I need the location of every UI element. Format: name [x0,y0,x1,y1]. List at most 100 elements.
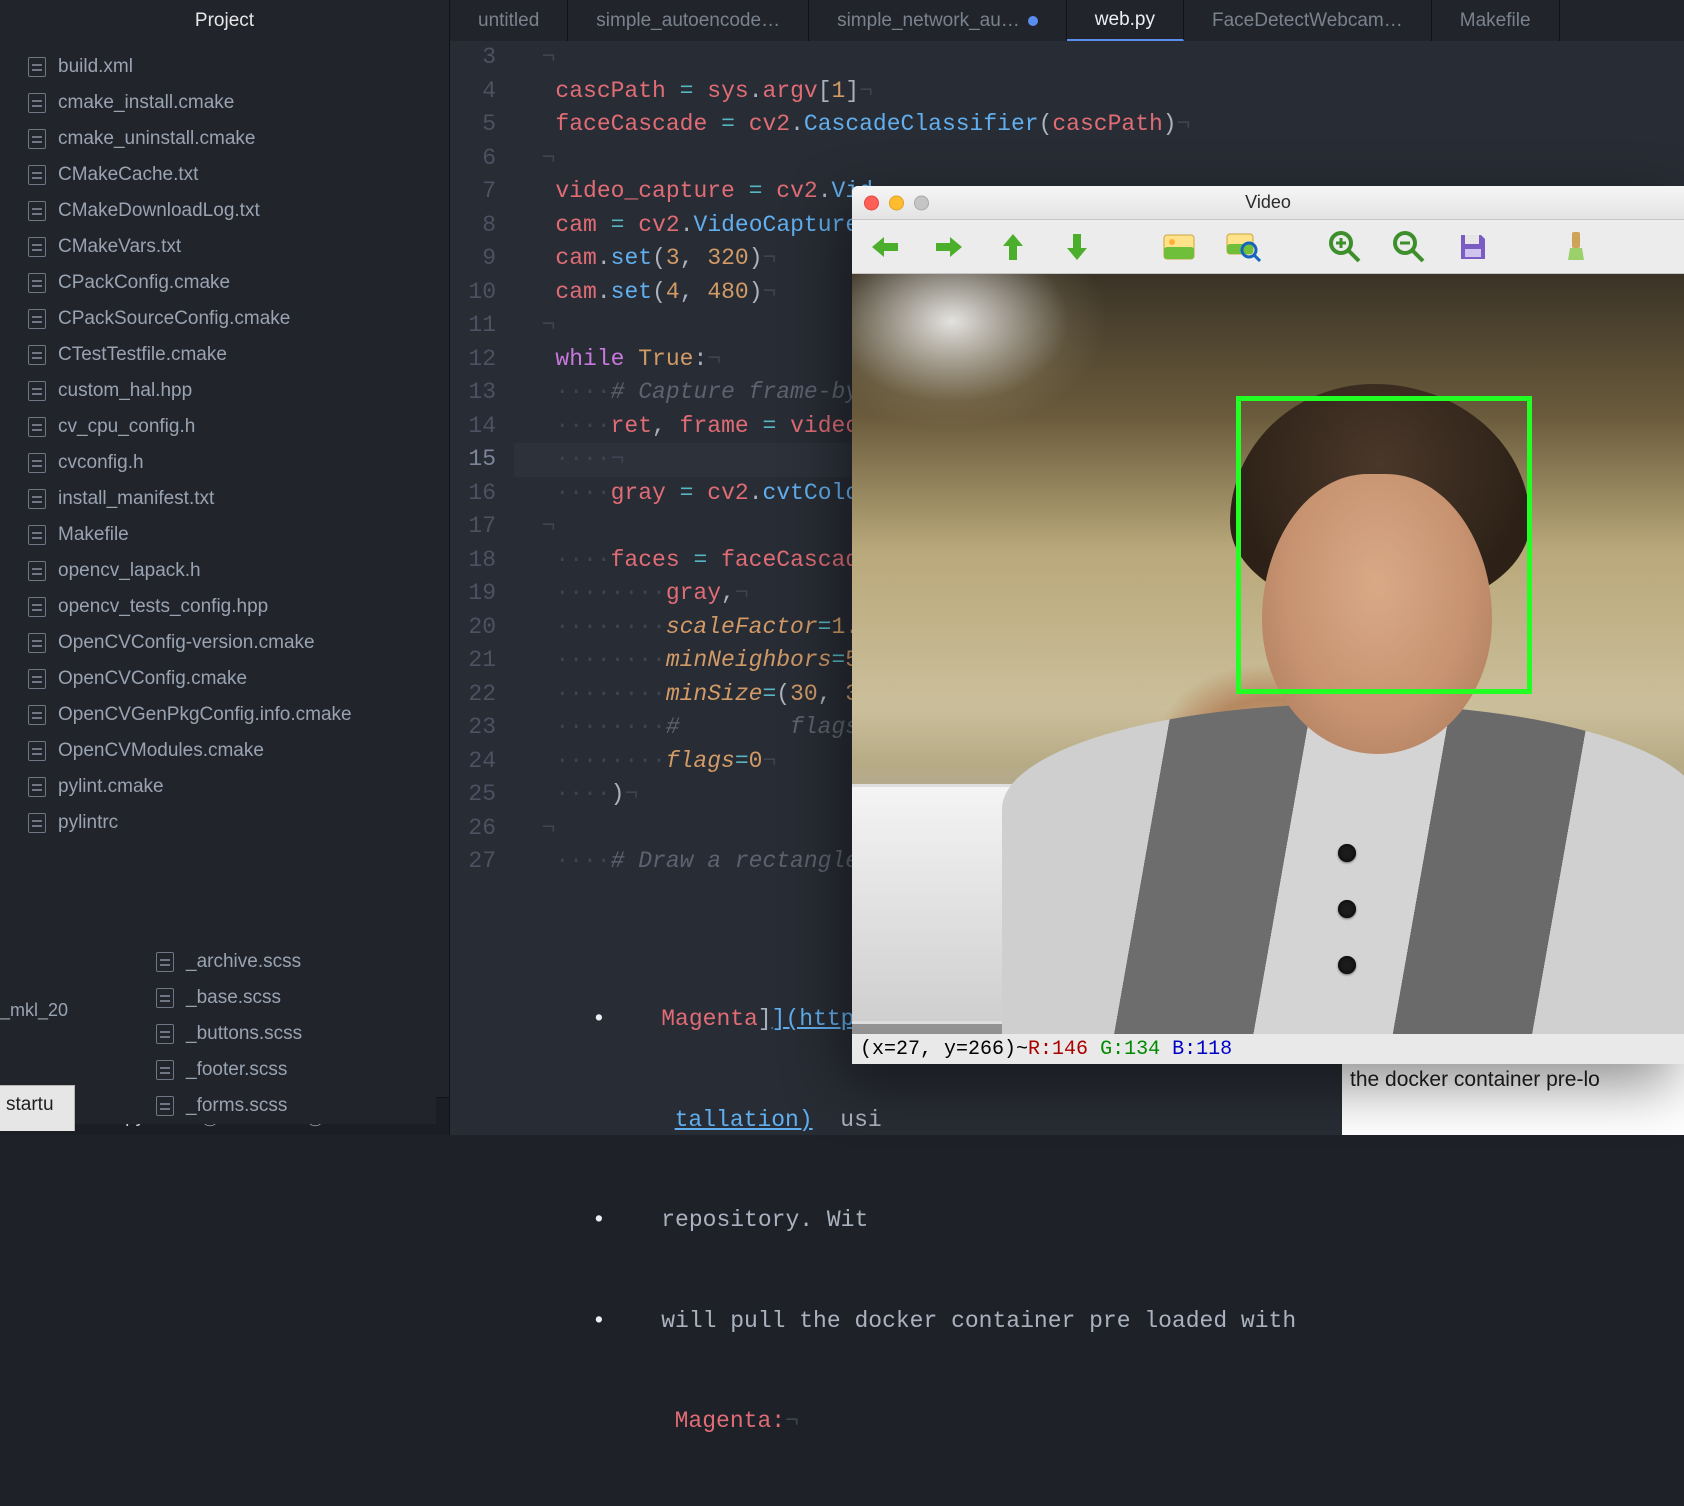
tab-label: web.py [1095,9,1155,31]
tree-item[interactable]: _base.scss [56,980,436,1016]
background-tree-item: _mkl_20 [0,996,68,1030]
zoom-out-icon[interactable] [1390,228,1428,266]
tree-item-label: _archive.scss [186,951,301,973]
nav-left-icon[interactable] [866,228,904,266]
bg-gutter [454,936,574,1135]
tree-item[interactable]: build.xml [0,49,449,85]
tree-item[interactable]: _forms.scss [56,1088,436,1124]
code-line[interactable]: cascPath = sys.argv[1]¬ [514,75,1684,109]
tree-item[interactable]: cvconfig.h [0,445,449,481]
zoom-window-icon[interactable] [914,195,929,210]
tree-item-label: CPackConfig.cmake [58,272,230,294]
background-tree: _archive.scss _base.scss _buttons.scss _foo… [56,940,436,1124]
nav-down-icon[interactable] [1058,228,1096,266]
tree-item[interactable]: cv_cpu_config.h [0,409,449,445]
tree-item-label: install_manifest.txt [58,488,214,510]
editor-tab[interactable]: untitled [450,0,568,41]
image-search-icon[interactable] [1224,228,1262,266]
tree-item[interactable]: OpenCVGenPkgConfig.info.cmake [0,697,449,733]
tree-item[interactable]: _archive.scss [56,944,436,980]
zoom-in-icon[interactable] [1326,228,1364,266]
video-window[interactable]: Video [852,186,1684,1064]
image-icon[interactable] [1160,228,1198,266]
file-icon [28,705,46,725]
tree-item[interactable]: CMakeVars.txt [0,229,449,265]
file-icon [156,952,174,972]
pixel-r: R:146 [1028,1038,1088,1061]
tree-item[interactable]: _buttons.scss [56,1016,436,1052]
tree-item-label: CMakeCache.txt [58,164,198,186]
tree-item[interactable]: pylintrc [0,805,449,841]
file-icon [28,345,46,365]
tab-label: simple_autoencode… [596,10,780,32]
face-detection-box [1236,396,1532,694]
project-tree[interactable]: build.xml cmake_install.cmake cmake_uninst… [0,41,449,1097]
file-icon [28,237,46,257]
code-line[interactable]: ¬ [514,41,1684,75]
nav-up-icon[interactable] [994,228,1032,266]
tree-item-label: CTestTestfile.cmake [58,344,227,366]
tree-item[interactable]: _footer.scss [56,1052,436,1088]
person-torso [1002,704,1684,1064]
video-status-bar: (x=27, y=266) ~ R:146 G:134 B:118 [852,1034,1684,1064]
tree-item[interactable]: CPackConfig.cmake [0,265,449,301]
tree-item[interactable]: opencv_tests_config.hpp [0,589,449,625]
editor-tab[interactable]: Makefile [1432,0,1560,41]
tree-item-label: OpenCVModules.cmake [58,740,264,762]
save-icon[interactable] [1454,228,1492,266]
code-line[interactable]: faceCascade = cv2.CascadeClassifier(casc… [514,108,1684,142]
tree-item[interactable]: OpenCVConfig.cmake [0,661,449,697]
file-icon [28,273,46,293]
file-icon [28,417,46,437]
editor-tab[interactable]: simple_autoencode… [568,0,809,41]
tree-item-label: CMakeDownloadLog.txt [58,200,260,222]
editor-tab[interactable]: FaceDetectWebcam… [1184,0,1432,41]
tree-item[interactable]: cmake_uninstall.cmake [0,121,449,157]
background-tab[interactable]: startu [0,1085,75,1131]
tree-item[interactable]: Makefile [0,517,449,553]
tree-item[interactable]: CMakeDownloadLog.txt [0,193,449,229]
tree-item-label: cmake_install.cmake [58,92,234,114]
tree-item[interactable]: CTestTestfile.cmake [0,337,449,373]
tree-item[interactable]: install_manifest.txt [0,481,449,517]
tree-item-label: OpenCVConfig-version.cmake [58,632,315,654]
tree-item[interactable]: OpenCVModules.cmake [0,733,449,769]
tree-item-label: cvconfig.h [58,452,144,474]
project-panel-header[interactable]: Project [0,0,450,41]
window-controls [864,195,929,210]
brush-icon[interactable] [1556,228,1594,266]
editor-tab[interactable]: simple_network_au… [809,0,1067,41]
dirty-indicator-icon [1028,16,1038,26]
file-icon [28,57,46,77]
tree-item[interactable]: OpenCVConfig-version.cmake [0,625,449,661]
tree-item-label: _base.scss [186,987,281,1009]
file-icon [28,381,46,401]
file-icon [28,453,46,473]
code-line[interactable]: ¬ [514,142,1684,176]
nav-right-icon[interactable] [930,228,968,266]
file-icon [156,1096,174,1116]
tree-item[interactable]: CPackSourceConfig.cmake [0,301,449,337]
tree-item[interactable]: opencv_lapack.h [0,553,449,589]
video-canvas: (x=27, y=266) ~ R:146 G:134 B:118 [852,274,1684,1064]
tree-item[interactable]: cmake_install.cmake [0,85,449,121]
tree-item-label: cmake_uninstall.cmake [58,128,255,150]
tree-item-label: opencv_lapack.h [58,560,201,582]
tab-label: Makefile [1460,10,1531,32]
minimize-window-icon[interactable] [889,195,904,210]
close-window-icon[interactable] [864,195,879,210]
editor-tabs: untitled simple_autoencode… simple_network… [450,0,1684,41]
tree-item[interactable]: pylint.cmake [0,769,449,805]
tree-item[interactable]: custom_hal.hpp [0,373,449,409]
pixel-g: G:134 [1100,1038,1160,1061]
file-icon [28,561,46,581]
tree-item-label: opencv_tests_config.hpp [58,596,268,618]
tree-item-label: pylint.cmake [58,776,164,798]
tree-item-label: _footer.scss [186,1059,287,1081]
file-icon [28,165,46,185]
editor-tab[interactable]: web.py [1067,0,1184,41]
tree-item[interactable]: CMakeCache.txt [0,157,449,193]
file-icon [28,93,46,113]
file-icon [28,201,46,221]
video-titlebar[interactable]: Video [852,186,1684,220]
